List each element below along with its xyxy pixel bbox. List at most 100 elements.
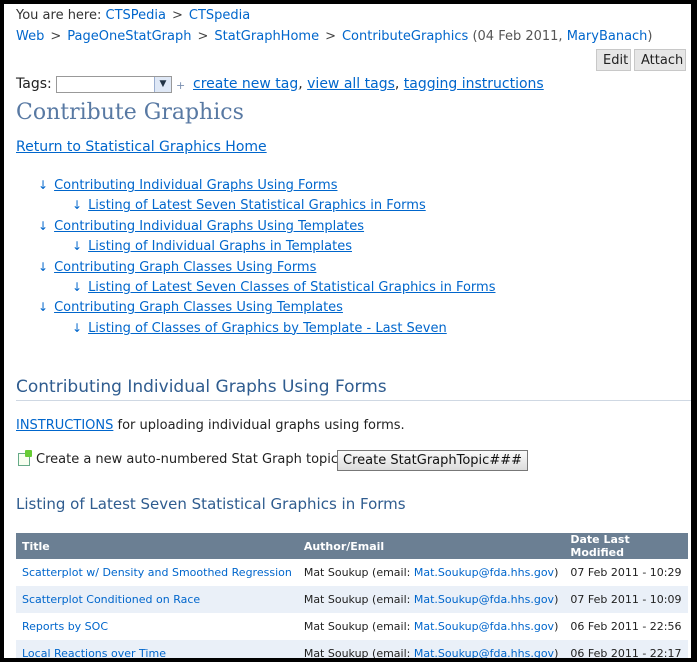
row-title-link[interactable]: Local Reactions over Time [22, 647, 166, 658]
edit-button[interactable]: Edit [596, 49, 631, 71]
row-date-cell: 06 Feb 2011 - 22:17 [564, 640, 688, 658]
revision-date: (04 Feb 2011, [472, 29, 563, 44]
table-row: Scatterplot Conditioned on Race Mat Souku… [16, 586, 688, 613]
toc-link[interactable]: Contributing Individual Graphs Using Tem… [54, 219, 364, 234]
toc-item: ↓ Listing of Latest Seven Statistical Gra… [72, 198, 426, 213]
arrow-down-icon: ↓ [38, 178, 49, 192]
row-title-link[interactable]: Scatterplot Conditioned on Race [22, 593, 200, 606]
row-email-link[interactable]: Mat.Soukup@fda.hhs.gov [414, 647, 554, 658]
section-heading: Contributing Individual Graphs Using For… [16, 377, 387, 397]
breadcrumb-line-2: Web > PageOneStatGraph > StatGraphHome > Contr… [16, 29, 653, 44]
breadcrumb-pageonestatgraph[interactable]: PageOneStatGraph [67, 29, 191, 44]
arrow-down-icon: ↓ [72, 239, 83, 254]
toc-item: ↓ Listing of Classes of Graphics by Templ… [72, 321, 447, 336]
new-topic-icon [18, 450, 32, 466]
toc-link[interactable]: Contributing Graph Classes Using Templat… [54, 300, 343, 315]
arrow-down-icon: ↓ [38, 300, 49, 315]
row-author: Mat Soukup (email: [303, 566, 414, 579]
arrow-down-icon: ↓ [38, 218, 49, 233]
breadcrumb-ctspedia-web[interactable]: CTSpedia [189, 8, 250, 23]
toc-link[interactable]: Listing of Individual Graphs in Template… [88, 239, 352, 254]
create-topic-label: Create a new auto-numbered Stat Graph to… [36, 452, 343, 467]
toc-item: ↓ Listing of Latest Seven Classes of Stat… [72, 280, 495, 295]
row-title-cell: Local Reactions over Time [16, 640, 298, 658]
breadcrumb: You are here: CTSPedia > CTSpedia [16, 8, 250, 23]
column-header-date[interactable]: Date Last Modified [564, 533, 688, 559]
row-author-close: ) [554, 566, 559, 579]
column-header-author[interactable]: Author/Email [297, 533, 565, 559]
toc-link[interactable]: Contributing Individual Graphs Using For… [54, 178, 337, 193]
graphics-table: Title Author/Email Date Last Modified Sc… [16, 533, 688, 658]
instructions-line: INSTRUCTIONS for uploading individual gr… [16, 418, 405, 433]
toc-link[interactable]: Listing of Latest Seven Classes of Stati… [88, 280, 495, 295]
instructions-link[interactable]: INSTRUCTIONS [16, 418, 113, 433]
table-row: Reports by SOC Mat Soukup (email: Mat.Sou… [16, 613, 688, 640]
plus-icon[interactable]: + [176, 79, 185, 92]
row-title-cell: Scatterplot Conditioned on Race [16, 586, 298, 613]
column-header-title[interactable]: Title [16, 533, 298, 559]
view-all-tags-link[interactable]: view all tags [307, 76, 395, 92]
row-author-cell: Mat Soukup (email: Mat.Soukup@fda.hhs.go… [297, 613, 565, 640]
toc-item: ↓ Contributing Individual Graphs Using Te… [38, 219, 364, 234]
revision-author[interactable]: MaryBanach [567, 29, 648, 44]
arrow-down-icon: ↓ [38, 259, 49, 274]
toc-item: ↓ Contributing Graph Classes Using Templa… [38, 300, 343, 315]
row-author-cell: Mat Soukup (email: Mat.Soukup@fda.hhs.go… [297, 559, 565, 586]
return-link-wrap: Return to Statistical Graphics Home [16, 139, 267, 155]
row-date: 06 Feb 2011 - 22:56 [570, 620, 682, 633]
return-home-link[interactable]: Return to Statistical Graphics Home [16, 139, 267, 155]
row-date: 07 Feb 2011 - 10:29 [570, 566, 682, 579]
table-header-row: Title Author/Email Date Last Modified [16, 533, 688, 559]
arrow-down-icon: ↓ [72, 320, 83, 335]
toc-link[interactable]: Listing of Classes of Graphics by Templa… [88, 321, 447, 336]
row-author-close: ) [554, 593, 559, 606]
row-date: 07 Feb 2011 - 10:09 [570, 593, 682, 606]
row-date: 06 Feb 2011 - 22:17 [570, 647, 682, 658]
row-author: Mat Soukup (email: [303, 647, 414, 658]
row-date-cell: 07 Feb 2011 - 10:29 [564, 559, 688, 586]
tags-label: Tags: [16, 76, 52, 92]
row-title-cell: Reports by SOC [16, 613, 298, 640]
tags-separator: , [298, 76, 303, 92]
toc-link[interactable]: Contributing Graph Classes Using Forms [54, 260, 316, 275]
breadcrumb-separator: > [197, 29, 209, 44]
breadcrumb-separator: > [50, 29, 62, 44]
row-email-link[interactable]: Mat.Soukup@fda.hhs.gov [414, 566, 554, 579]
breadcrumb-ctspedia-site[interactable]: CTSPedia [106, 8, 166, 23]
row-date-cell: 06 Feb 2011 - 22:56 [564, 613, 688, 640]
row-email-link[interactable]: Mat.Soukup@fda.hhs.gov [414, 620, 554, 633]
revision-close: ) [647, 29, 653, 44]
row-author-cell: Mat Soukup (email: Mat.Soukup@fda.hhs.go… [297, 586, 565, 613]
row-author: Mat Soukup (email: [303, 593, 414, 606]
row-title-link[interactable]: Reports by SOC [22, 620, 108, 633]
tags-links: create new tag, view all tags, tagging i… [193, 76, 544, 92]
tagging-instructions-link[interactable]: tagging instructions [404, 76, 544, 92]
toc-item: ↓ Listing of Individual Graphs in Templat… [72, 239, 352, 254]
page-frame: You are here: CTSPedia > CTSpedia Web > Page… [4, 4, 691, 658]
row-title-link[interactable]: Scatterplot w/ Density and Smoothed Regr… [22, 566, 292, 579]
arrow-down-icon: ↓ [72, 280, 83, 294]
breadcrumb-prefix: You are here: [16, 8, 102, 23]
create-new-tag-link[interactable]: create new tag [193, 76, 298, 92]
page-title-wrap: Contribute Graphics [16, 100, 244, 125]
toc-item: ↓ Contributing Graph Classes Using Forms [38, 260, 316, 275]
table-row: Scatterplot w/ Density and Smoothed Regr… [16, 559, 688, 586]
row-author-cell: Mat Soukup (email: Mat.Soukup@fda.hhs.go… [297, 640, 565, 658]
tags-select[interactable]: ▼ [56, 76, 172, 93]
breadcrumb-statgraphhome[interactable]: StatGraphHome [214, 29, 319, 44]
row-title-cell: Scatterplot w/ Density and Smoothed Regr… [16, 559, 298, 586]
create-statgraphtopic-button[interactable]: Create StatGraphTopic### [337, 450, 528, 471]
table-body: Scatterplot w/ Density and Smoothed Regr… [16, 559, 688, 658]
toc-link[interactable]: Listing of Latest Seven Statistical Grap… [88, 198, 426, 213]
listing-heading: Listing of Latest Seven Statistical Grap… [16, 495, 406, 513]
breadcrumb-web[interactable]: Web [16, 29, 44, 44]
attach-button[interactable]: Attach [634, 49, 686, 71]
row-author-close: ) [554, 647, 559, 658]
row-author: Mat Soukup (email: [303, 620, 414, 633]
row-email-link[interactable]: Mat.Soukup@fda.hhs.gov [414, 593, 554, 606]
breadcrumb-contributegraphics[interactable]: ContributeGraphics [342, 29, 468, 44]
chevron-down-icon[interactable]: ▼ [154, 77, 171, 92]
row-date-cell: 07 Feb 2011 - 10:09 [564, 586, 688, 613]
page-title: Contribute Graphics [16, 100, 244, 125]
breadcrumb-separator: > [325, 29, 336, 44]
